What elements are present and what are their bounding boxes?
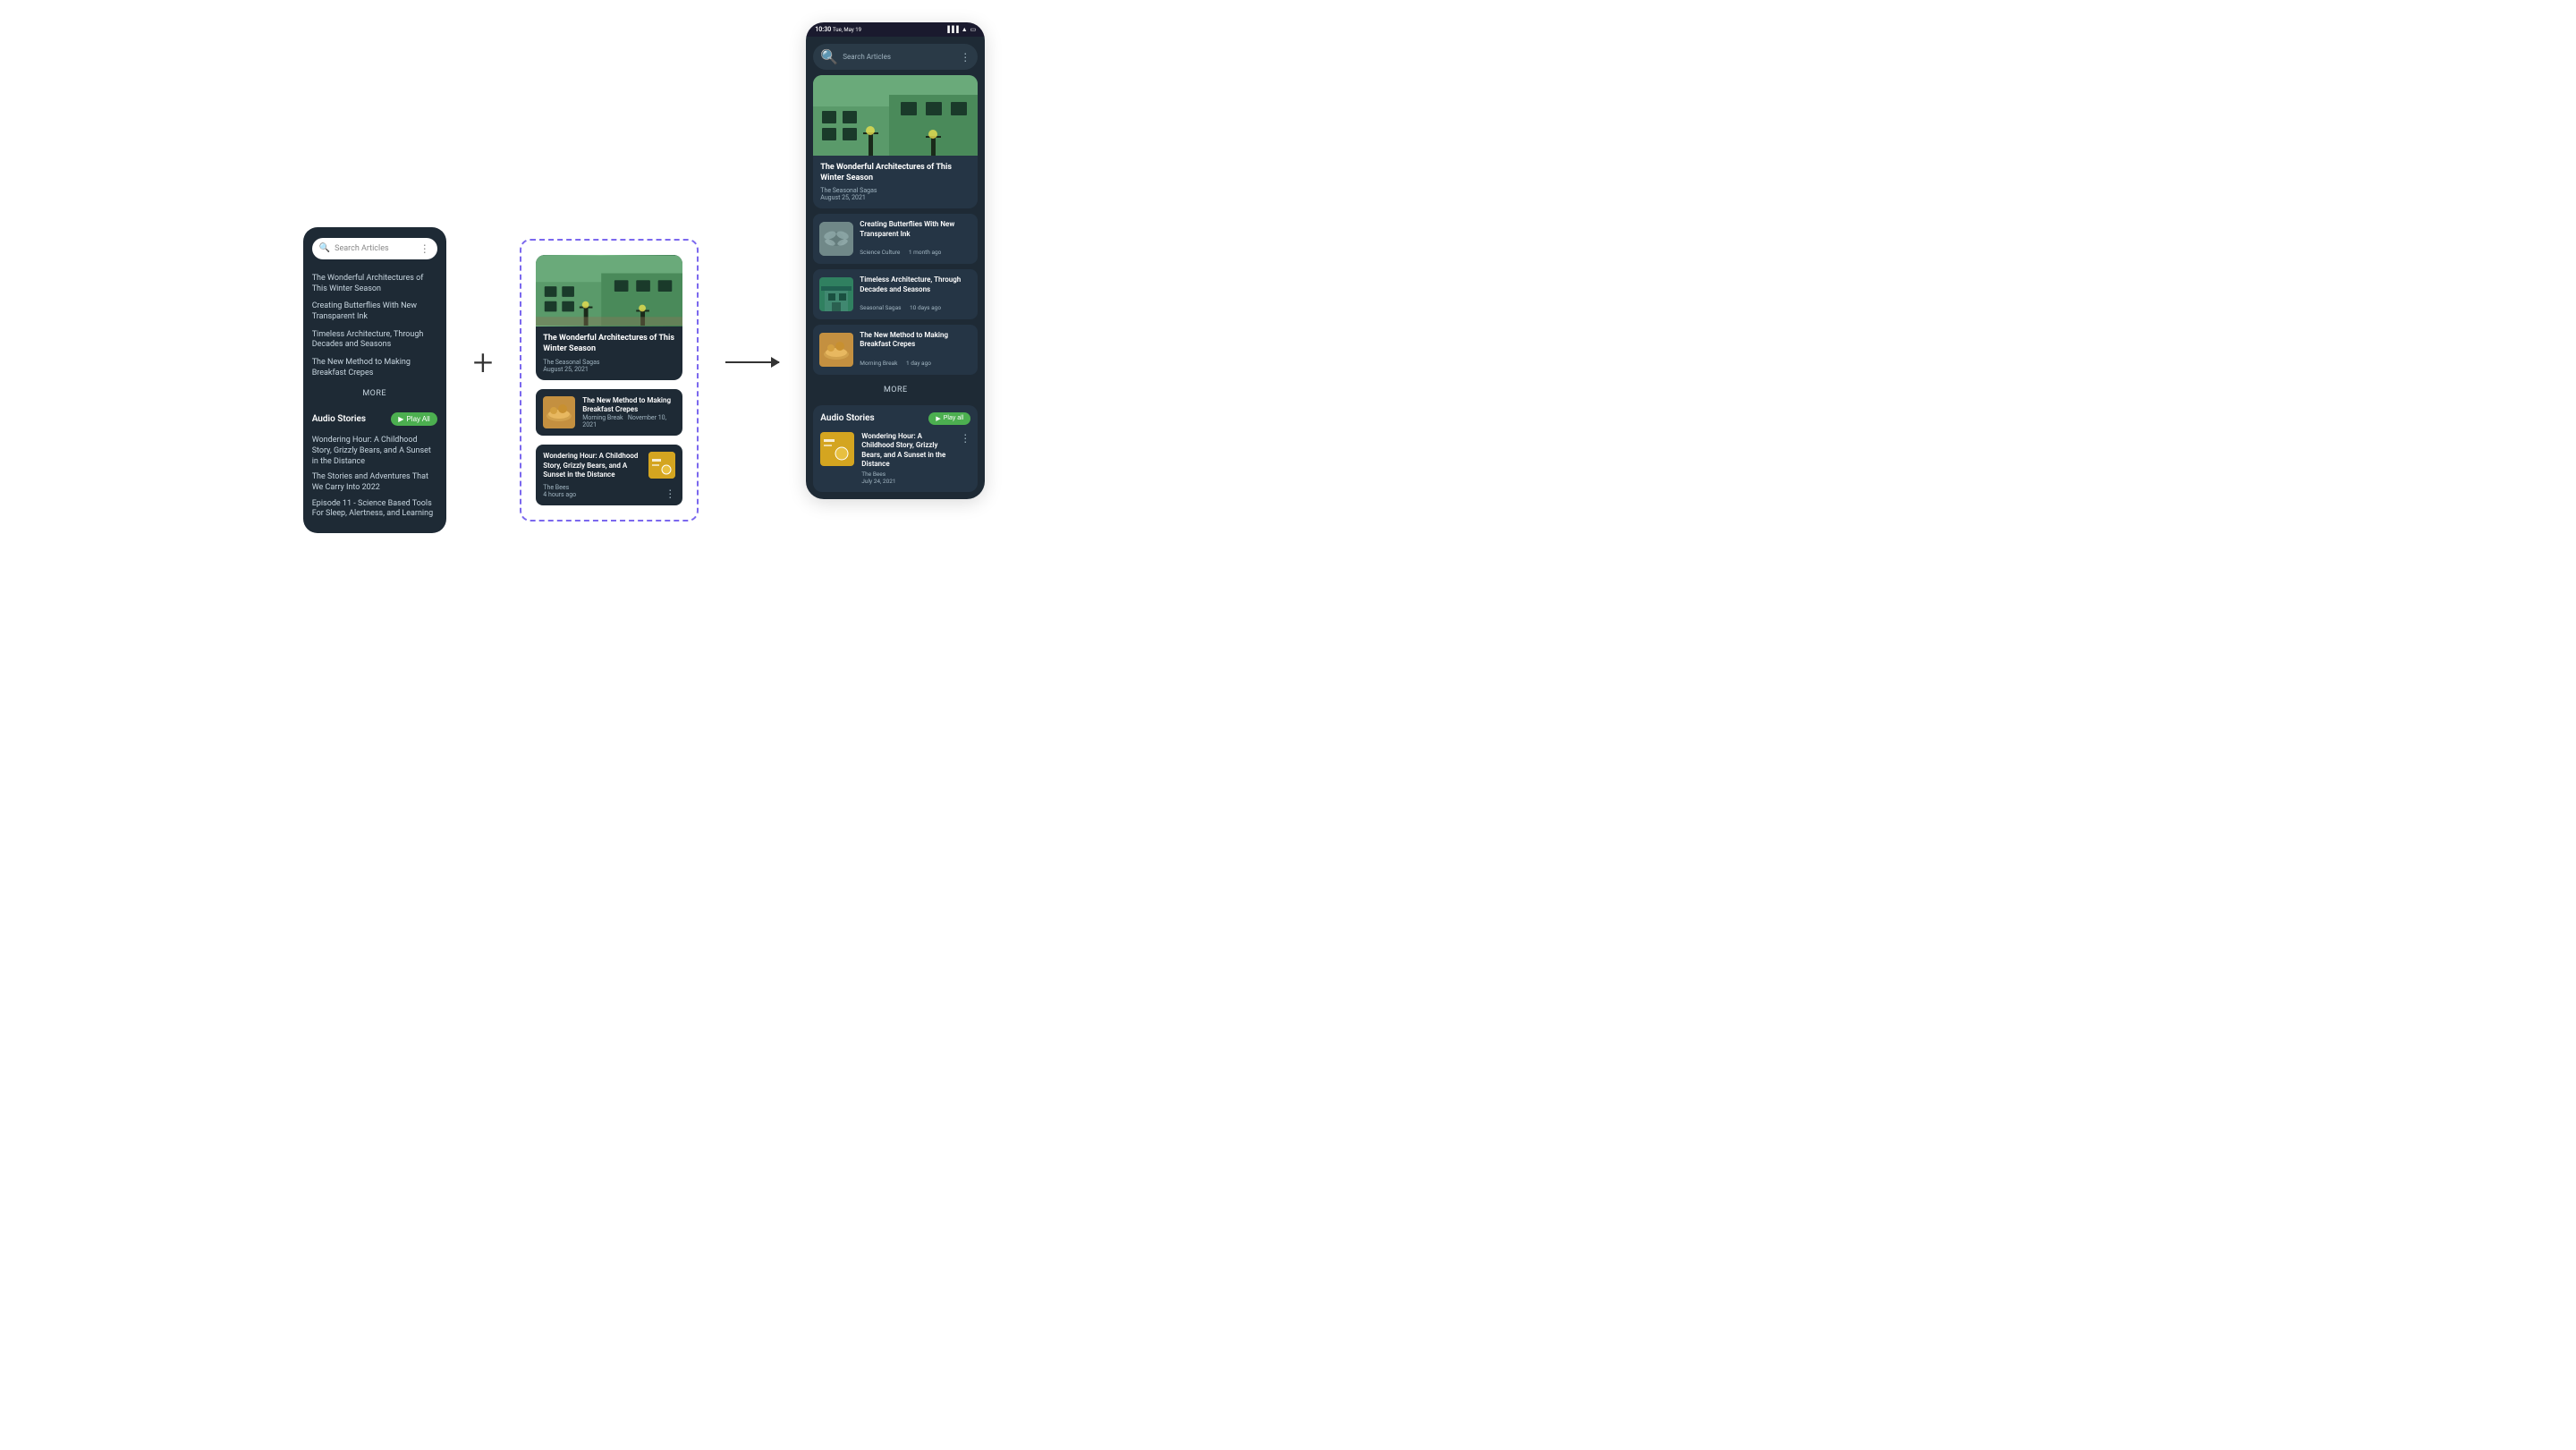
right-crepes-thumb <box>819 333 853 367</box>
right-featured-body: The Wonderful Architectures of This Wint… <box>813 156 978 208</box>
right-audio-item-title: Wondering Hour: A Childhood Story, Grizz… <box>861 432 953 470</box>
center-featured-body: The Wonderful Architectures of This Wint… <box>536 326 682 379</box>
right-audio-section: Audio Stories ▶ Play all <box>813 405 978 493</box>
center-featured-image <box>536 255 682 326</box>
right-audio-title: Audio Stories <box>820 413 874 423</box>
status-time: 10:30 <box>815 26 831 33</box>
right-architecture-card[interactable]: Timeless Architecture, Through Decades a… <box>813 269 978 319</box>
right-butterflies-info: Creating Butterflies With New Transparen… <box>860 220 971 258</box>
left-play-all-button[interactable]: ▶ Play All <box>391 412 436 426</box>
right-featured-image <box>813 75 978 156</box>
center-audio-thumb <box>648 452 675 479</box>
status-date: Tue, May 19 <box>833 27 861 33</box>
center-crepes-info: The New Method to Making Breakfast Crepe… <box>582 396 675 429</box>
right-audio-item-source: The Bees <box>861 471 953 478</box>
right-search-bar[interactable]: 🔍 Search Articles ⋮ <box>813 44 978 70</box>
list-item[interactable]: The Wonderful Architectures of This Wint… <box>312 270 437 298</box>
right-more-button[interactable]: MORE <box>813 380 978 400</box>
left-audio-item[interactable]: Episode 11 - Science Based Tools For Sle… <box>312 496 437 522</box>
right-crepes-card[interactable]: The New Method to Making Breakfast Crepe… <box>813 325 978 375</box>
status-time-date: 10:30 Tue, May 19 <box>815 26 861 33</box>
left-search-placeholder: Search Articles <box>335 244 415 253</box>
left-audio-section: Audio Stories ▶ Play All Wondering Hour:… <box>312 412 437 522</box>
right-crepes-meta: Morning Break 1 day ago <box>860 352 971 369</box>
signal-icon: ▐▐▐ <box>945 26 959 33</box>
left-article-list: The Wonderful Architectures of This Wint… <box>312 270 437 383</box>
right-crepes-title: The New Method to Making Breakfast Crepe… <box>860 331 971 350</box>
wifi-icon: ▲ <box>962 26 968 33</box>
right-featured-card[interactable]: The Wonderful Architectures of This Wint… <box>813 75 978 208</box>
battery-icon: ▭ <box>970 26 977 33</box>
list-item[interactable]: Creating Butterflies With New Transparen… <box>312 298 437 326</box>
center-audio-time: 4 hours ago <box>543 491 675 498</box>
center-featured-card[interactable]: The Wonderful Architectures of This Wint… <box>536 255 682 379</box>
right-butterflies-meta: Science Culture 1 month ago <box>860 241 971 258</box>
left-phone: 🔍 Search Articles ⋮ The Wonderful Archit… <box>303 227 446 533</box>
right-butterflies-title: Creating Butterflies With New Transparen… <box>860 220 971 239</box>
left-audio-item[interactable]: Wondering Hour: A Childhood Story, Grizz… <box>312 433 437 470</box>
left-search-bar[interactable]: 🔍 Search Articles ⋮ <box>312 238 437 259</box>
right-more-icon[interactable]: ⋮ <box>960 51 970 64</box>
center-crepes-thumb <box>543 396 575 428</box>
center-featured-source: The Seasonal Sagas <box>543 359 675 366</box>
center-crepes-meta: Morning Break November 10, 2021 <box>582 414 675 428</box>
status-icons: ▐▐▐ ▲ ▭ <box>945 26 976 33</box>
list-item[interactable]: The New Method to Making Breakfast Crepe… <box>312 354 437 382</box>
right-audio-item[interactable]: Wondering Hour: A Childhood Story, Grizz… <box>820 432 970 486</box>
right-butterflies-thumb <box>819 222 853 256</box>
left-audio-item[interactable]: The Stories and Adventures That We Carry… <box>312 470 437 496</box>
right-audio-item-thumb <box>820 432 854 466</box>
center-featured-date: August 25, 2021 <box>543 366 675 373</box>
right-play-all-button[interactable]: ▶ Play all <box>928 412 970 425</box>
right-architecture-thumb <box>819 277 853 311</box>
center-audio-dots-icon[interactable]: ⋮ <box>665 488 675 500</box>
center-template-box: The Wonderful Architectures of This Wint… <box>520 239 699 521</box>
left-more-button[interactable]: MORE <box>312 382 437 405</box>
arrow-indicator <box>725 361 779 363</box>
right-scroll-area: 🔍 Search Articles ⋮ <box>806 37 985 499</box>
list-item[interactable]: Timeless Architecture, Through Decades a… <box>312 326 437 354</box>
left-audio-title: Audio Stories <box>312 414 366 424</box>
plus-operator: + <box>473 342 494 384</box>
right-featured-source: The Seasonal Sagas <box>820 187 970 194</box>
center-crepes-title: The New Method to Making Breakfast Crepe… <box>582 396 675 415</box>
center-audio-card[interactable]: Wondering Hour: A Childhood Story, Grizz… <box>536 445 682 505</box>
right-audio-item-date: July 24, 2021 <box>861 478 953 485</box>
right-architecture-meta: Seasonal Sagas 10 days ago <box>860 296 971 313</box>
more-options-icon[interactable]: ⋮ <box>419 242 430 255</box>
search-icon: 🔍 <box>319 243 330 253</box>
center-featured-title: The Wonderful Architectures of This Wint… <box>543 334 675 354</box>
arrow-line <box>725 361 779 363</box>
right-audio-item-info: Wondering Hour: A Childhood Story, Grizz… <box>861 432 953 486</box>
right-architecture-title: Timeless Architecture, Through Decades a… <box>860 276 971 294</box>
right-crepes-info: The New Method to Making Breakfast Crepe… <box>860 331 971 369</box>
right-play-icon: ▶ <box>936 415 940 422</box>
left-audio-header: Audio Stories ▶ Play All <box>312 412 437 426</box>
center-audio-source: The Bees <box>543 484 675 491</box>
right-featured-date: August 25, 2021 <box>820 194 970 201</box>
main-container: 🔍 Search Articles ⋮ The Wonderful Archit… <box>0 0 1288 725</box>
right-audio-header: Audio Stories ▶ Play all <box>820 412 970 425</box>
right-featured-title: The Wonderful Architectures of This Wint… <box>820 163 970 183</box>
play-icon: ▶ <box>398 415 403 423</box>
right-audio-item-dots-icon[interactable]: ⋮ <box>960 432 970 445</box>
right-search-icon: 🔍 <box>820 48 838 65</box>
status-bar: 10:30 Tue, May 19 ▐▐▐ ▲ ▭ <box>806 22 985 37</box>
right-phone: 10:30 Tue, May 19 ▐▐▐ ▲ ▭ 🔍 Search Artic… <box>806 22 985 499</box>
right-butterflies-card[interactable]: Creating Butterflies With New Transparen… <box>813 214 978 264</box>
right-architecture-info: Timeless Architecture, Through Decades a… <box>860 276 971 313</box>
right-search-placeholder: Search Articles <box>843 53 955 61</box>
center-crepes-card[interactable]: The New Method to Making Breakfast Crepe… <box>536 389 682 437</box>
